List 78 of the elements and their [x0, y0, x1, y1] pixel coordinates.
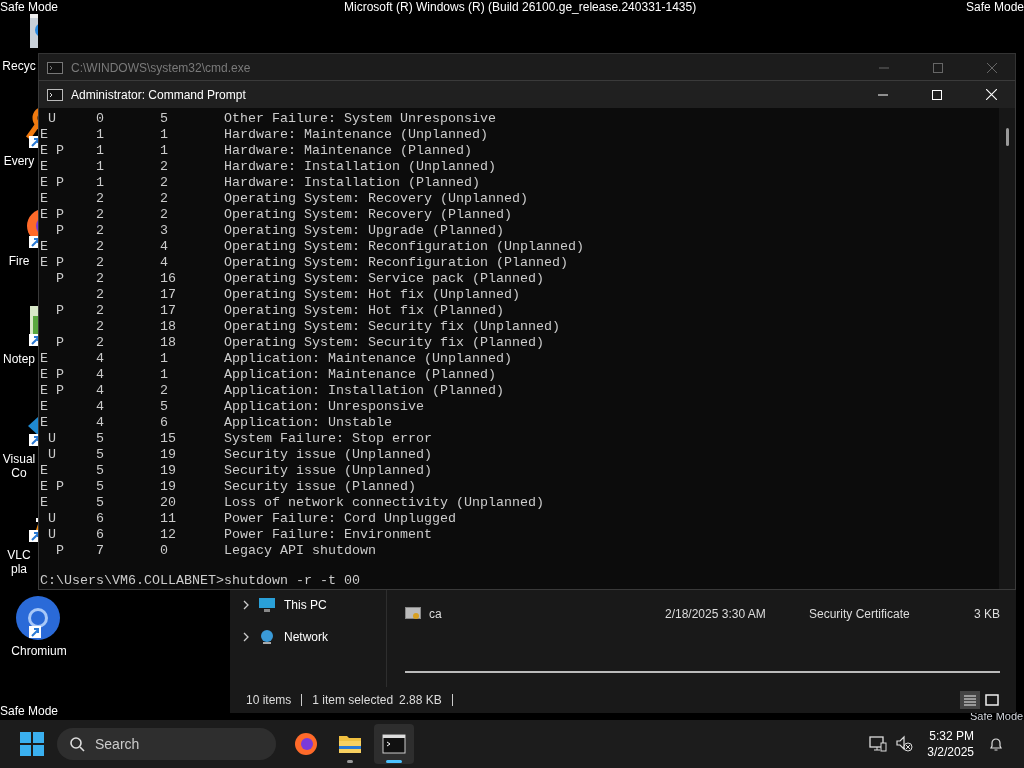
console-line: U 0 5 Other Failure: System Unresponsive: [47, 111, 497, 127]
search-icon: [69, 736, 85, 752]
scrollbar-thumb[interactable]: [1005, 128, 1009, 146]
horizontal-scrollbar[interactable]: [405, 671, 1000, 673]
console-line: E P 4 2 Application: Installation (Planned): [40, 383, 505, 399]
console-line: E 4 6 Application: Unstable: [40, 415, 393, 431]
tile-icon: [985, 694, 999, 706]
console-line: P 2 16 Operating System: Service pack (Planned): [55, 271, 545, 287]
console-line: U 6 12 Power Failure: Environment: [47, 527, 433, 543]
file-date: 2/18/2025 3:30 AM: [665, 606, 767, 623]
safe-mode-label: Safe Mode: [0, 0, 59, 15]
icon-label: Visual: [2, 452, 36, 466]
console-line: U 5 15 System Failure: Stop error: [47, 431, 433, 447]
safe-mode-label: Safe Mode: [965, 0, 1024, 15]
icon-label: Recyc: [2, 59, 36, 73]
chevron-right-icon[interactable]: [242, 600, 250, 610]
command-line: C:\Users\VM6.COLLABNET>shutdown -r -t 00: [40, 573, 361, 589]
console-line: P 7 0 Legacy API shutdown: [55, 543, 377, 559]
bell-icon[interactable]: [988, 736, 1004, 752]
list-icon: [963, 694, 977, 706]
console-line: E 5 19 Security issue (Unplanned): [40, 463, 433, 479]
terminal-icon: [382, 732, 406, 756]
chevron-right-icon[interactable]: [242, 632, 250, 642]
console-line: P 2 18 Operating System: Security fix (Planned): [55, 335, 545, 351]
icon-label: Co: [11, 466, 27, 480]
safe-mode-label: Safe Mode: [0, 704, 59, 719]
nav-item[interactable]: Network: [284, 628, 328, 646]
muted-speaker-icon[interactable]: [895, 735, 914, 753]
console-line: E P 4 1 Application: Maintenance (Planned): [40, 367, 497, 383]
file-name[interactable]: ca: [429, 605, 665, 623]
console-icon: [47, 88, 63, 101]
certificate-icon: [405, 607, 421, 621]
nav-item[interactable]: This PC: [284, 596, 327, 614]
console-line: E P 1 1 Hardware: Maintenance (Planned): [40, 143, 473, 159]
file-size: 3 KB: [973, 606, 1000, 623]
console-line: U 5 19 Security issue (Unplanned): [47, 447, 433, 463]
icon-label: Notep: [3, 352, 35, 366]
firefox-icon: [294, 732, 318, 756]
console-line: E P 1 2 Hardware: Installation (Planned): [40, 175, 481, 191]
build-label: Microsoft (R) Windows (R) (Build 26100.ge_release.240331-1435): [344, 0, 697, 15]
network-icon: [258, 629, 276, 645]
icon-label: VLC: [7, 548, 31, 562]
selection-size: 2.88 KB: [399, 692, 442, 709]
console-line: P 2 17 Operating System: Hot fix (Planned): [55, 303, 505, 319]
selection-count: 1 item selected: [312, 692, 394, 709]
windows-logo-icon: [20, 732, 44, 756]
icon-label: Fire: [8, 254, 30, 268]
console-line: E 2 2 Operating System: Recovery (Unplanned): [40, 191, 529, 207]
window-title: C:\WINDOWS\system32\cmd.exe: [71, 59, 252, 77]
console-line: P 2 3 Operating System: Upgrade (Planned): [55, 223, 505, 239]
icon-label: pla: [11, 562, 27, 576]
network-status-icon[interactable]: [869, 735, 888, 753]
clock-time[interactable]: 5:32 PM: [929, 728, 974, 744]
file-type: Security Certificate: [809, 606, 911, 623]
icon-label: Chromium: [11, 644, 67, 658]
console-line: E P 2 2 Operating System: Recovery (Planned): [40, 207, 513, 223]
clock-date[interactable]: 3/2/2025: [927, 744, 974, 760]
taskbar-app-button[interactable]: [374, 724, 414, 764]
console-line: E 1 1 Hardware: Maintenance (Unplanned): [40, 127, 489, 143]
search-field[interactable]: Search: [57, 728, 276, 760]
item-count: 10 items: [246, 692, 292, 709]
details-view-button[interactable]: [960, 691, 980, 709]
icon-label: Every: [3, 154, 35, 168]
browser-icon[interactable]: [14, 594, 62, 642]
console-line: E 5 20 Loss of network connectivity (Unplanned): [40, 495, 545, 511]
console-line: E 2 4 Operating System: Reconfiguration (Unplanned): [40, 239, 585, 255]
console-line: E 4 5 Application: Unresponsive: [40, 399, 425, 415]
tiles-view-button[interactable]: [982, 691, 1002, 709]
monitor-icon: [258, 597, 276, 613]
console-line: E P 2 4 Operating System: Reconfiguration (Planned): [40, 255, 569, 271]
console-line: U 6 11 Power Failure: Cord Unplugged: [47, 511, 457, 527]
console-line: 2 18 Operating System: Security fix (Unplanned): [95, 319, 561, 335]
window-title: Administrator: Command Prompt: [71, 86, 247, 104]
console-line: E 1 2 Hardware: Installation (Unplanned): [40, 159, 497, 175]
console-line: E P 5 19 Security issue (Planned): [40, 479, 417, 495]
console-icon: [47, 61, 63, 74]
console-line: 2 17 Operating System: Hot fix (Unplanned): [95, 287, 521, 303]
console-line: E 4 1 Application: Maintenance (Unplanned): [40, 351, 513, 367]
